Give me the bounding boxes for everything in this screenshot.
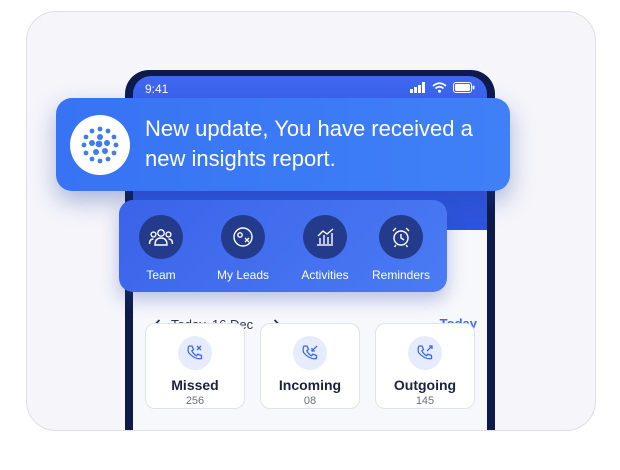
activities-chart-icon [303,215,347,259]
quick-actions-panel: Team My Leads Activities Reminders [119,200,447,292]
status-bar: 9:41 [145,80,475,100]
stat-count: 145 [415,395,435,407]
quick-action-label: Reminders [371,268,431,282]
signal-icon [410,82,425,93]
quick-action-activities[interactable]: Activities [287,215,363,282]
team-icon [139,215,183,259]
notification-message: New update, You have received a new insi… [145,116,473,171]
stat-label: Outgoing [393,377,457,393]
quick-action-team[interactable]: Team [123,215,199,282]
stat-tile-outgoing[interactable]: Outgoing 145 [375,323,475,409]
status-time: 9:41 [145,82,169,96]
outgoing-call-icon [408,336,442,370]
wifi-icon [432,82,447,93]
leads-icon [221,215,265,259]
stat-label: Incoming [278,377,342,393]
stat-tile-missed[interactable]: Missed 256 [145,323,245,409]
battery-icon [453,82,475,93]
status-icons [410,82,475,93]
alarm-clock-icon [379,215,423,259]
quick-action-label: Activities [301,268,349,282]
stat-tile-incoming[interactable]: Incoming 08 [260,323,360,409]
quick-action-reminders[interactable]: Reminders [363,215,439,282]
stat-count: 256 [185,395,205,407]
quick-action-label: My Leads [216,268,270,282]
missed-call-icon [178,336,212,370]
quick-action-label: Team [146,268,176,282]
stat-label: Missed [171,377,219,393]
app-logo-icon [70,115,130,175]
incoming-call-icon [293,336,327,370]
stat-count: 08 [303,395,317,407]
quick-action-my-leads[interactable]: My Leads [205,215,281,282]
notification-banner[interactable]: New update, You have received a new insi… [56,98,510,191]
